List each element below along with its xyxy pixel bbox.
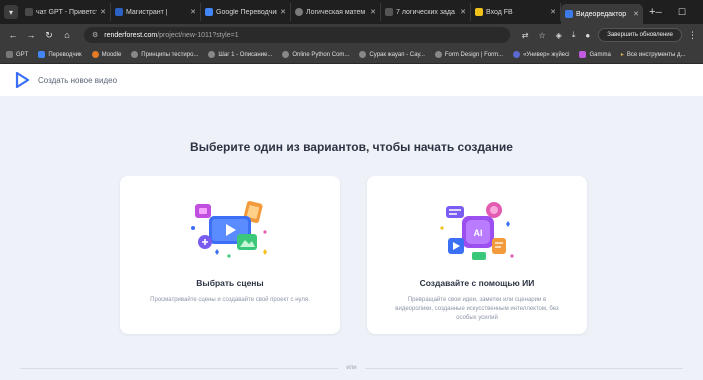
tab-close-icon[interactable]: ✕ xyxy=(633,10,639,18)
bookmark-item[interactable]: Gamma xyxy=(579,51,611,58)
scenes-illustration-icon xyxy=(191,200,267,258)
browser-tab-bar: ▾ чат GPT - Приветст ✕ Магистрант | ✕ Go… xyxy=(0,0,703,24)
home-icon[interactable]: ⌂ xyxy=(60,30,74,40)
create-with-ai-card[interactable]: AI Создавайте с помощью ИИ Превращайте с… xyxy=(367,176,587,334)
app-header: Создать новое видео xyxy=(0,64,703,96)
tab-close-icon[interactable]: ✕ xyxy=(100,8,106,16)
profile-icon[interactable]: ● xyxy=(585,31,590,40)
choose-scenes-card[interactable]: Выбрать сцены Просматривайте сцены и соз… xyxy=(120,176,340,334)
tab-favicon-icon xyxy=(385,8,393,16)
ai-illustration-icon: AI xyxy=(440,202,514,260)
maximize-icon[interactable]: ☐ xyxy=(678,7,686,18)
bookmark-item[interactable]: Переводчик xyxy=(38,51,82,58)
reload-icon[interactable]: ↻ xyxy=(42,30,56,41)
bookmark-item[interactable]: «Универ» жүйесі xyxy=(513,51,569,58)
bookmark-icon xyxy=(131,51,139,58)
bookmark-icon xyxy=(434,51,442,58)
bookmark-star-icon[interactable]: ☆ xyxy=(539,31,546,40)
bookmark-item[interactable]: Moodle xyxy=(91,51,121,58)
main-content: Выберите один из вариантов, чтобы начать… xyxy=(0,96,703,380)
choose-scenes-description: Просматривайте сцены и создавайте свой п… xyxy=(150,297,310,303)
tab-favicon-icon xyxy=(295,8,303,16)
tab-favicon-icon xyxy=(475,8,483,16)
folder-icon: ▸ xyxy=(620,52,624,58)
choose-scenes-title: Выбрать сцены xyxy=(196,278,264,288)
create-new-video-link[interactable]: Создать новое видео xyxy=(38,76,117,85)
window-controls: ─ ☐ ✕ xyxy=(655,7,703,18)
tab-favicon-icon xyxy=(115,8,123,16)
bookmark-item[interactable]: Принципы тестиро... xyxy=(131,51,198,58)
browser-menu-icon[interactable]: ⋮ xyxy=(688,30,697,41)
browser-tab[interactable]: Логическая матем ✕ xyxy=(291,3,381,21)
bookmark-item[interactable]: Сурак жауап - Сау... xyxy=(359,51,425,58)
tab-close-icon[interactable]: ✕ xyxy=(460,8,466,16)
bookmark-item[interactable]: Шаг 1 - Описание... xyxy=(208,51,272,58)
browser-tab[interactable]: Google Переводчик ✕ xyxy=(201,3,291,21)
browser-tab-active[interactable]: Видеоредактор ✕ xyxy=(561,4,643,24)
bookmarks-bar: GPT Переводчик Moodle Принципы тестиро..… xyxy=(0,46,703,64)
bookmark-item[interactable]: Form Design | Form... xyxy=(434,51,503,58)
minimize-icon[interactable]: ─ xyxy=(655,7,661,18)
tab-favicon-icon xyxy=(25,8,33,16)
bookmark-icon xyxy=(208,51,216,58)
download-icon[interactable]: ⤓ xyxy=(572,30,576,40)
scenes-illustration xyxy=(120,198,340,266)
bookmark-icon xyxy=(513,51,521,58)
bookmark-icon xyxy=(579,51,587,58)
extensions-icon[interactable]: ◈ xyxy=(556,31,562,40)
bookmark-item[interactable]: Online Python Com... xyxy=(282,51,349,58)
tab-close-icon[interactable]: ✕ xyxy=(280,8,286,16)
tab-favicon-icon xyxy=(205,8,213,16)
svg-text:AI: AI xyxy=(474,228,483,238)
renderforest-logo-icon[interactable] xyxy=(14,72,30,88)
tab-search-icon[interactable]: ▾ xyxy=(4,5,18,19)
bookmark-item[interactable]: GPT xyxy=(6,51,28,58)
translate-icon[interactable]: ⇄ xyxy=(522,31,529,40)
tab-close-icon[interactable]: ✕ xyxy=(190,8,196,16)
bookmark-icon xyxy=(91,51,99,58)
bookmark-icon xyxy=(282,51,290,58)
bookmark-icon xyxy=(359,51,367,58)
tab-close-icon[interactable]: ✕ xyxy=(550,8,556,16)
site-settings-icon[interactable]: ⚙ xyxy=(92,31,98,39)
browser-tab[interactable]: чат GPT - Приветст ✕ xyxy=(21,3,111,21)
address-bar-actions: ⇄ ☆ ◈ ⤓ ● xyxy=(522,30,590,40)
or-separator-label: или xyxy=(346,365,357,371)
bookmark-icon xyxy=(6,51,13,58)
address-bar-row: ← → ↻ ⌂ ⚙ renderforest.com/project/new-1… xyxy=(0,24,703,46)
forward-icon[interactable]: → xyxy=(24,30,38,40)
back-icon[interactable]: ← xyxy=(6,30,20,40)
bookmark-folder[interactable]: ▸ Все инструменты д... xyxy=(620,51,686,59)
create-with-ai-description: Превращайте свои идеи, заметки или сцена… xyxy=(395,297,559,321)
update-button[interactable]: Завершить обновление xyxy=(598,28,682,42)
url-input[interactable]: ⚙ renderforest.com/project/new-1011?styl… xyxy=(84,27,510,43)
ai-illustration: AI xyxy=(367,198,587,266)
page-title: Выберите один из вариантов, чтобы начать… xyxy=(190,140,513,154)
create-with-ai-title: Создавайте с помощью ИИ xyxy=(419,278,535,288)
browser-tab[interactable]: 7 логических зада ✕ xyxy=(381,3,471,21)
bookmark-icon xyxy=(38,51,46,58)
browser-tab[interactable]: Магистрант | ✕ xyxy=(111,3,201,21)
tab-favicon-icon xyxy=(565,10,573,18)
tab-close-icon[interactable]: ✕ xyxy=(370,8,376,16)
browser-tab[interactable]: Вход FB ✕ xyxy=(471,3,561,21)
